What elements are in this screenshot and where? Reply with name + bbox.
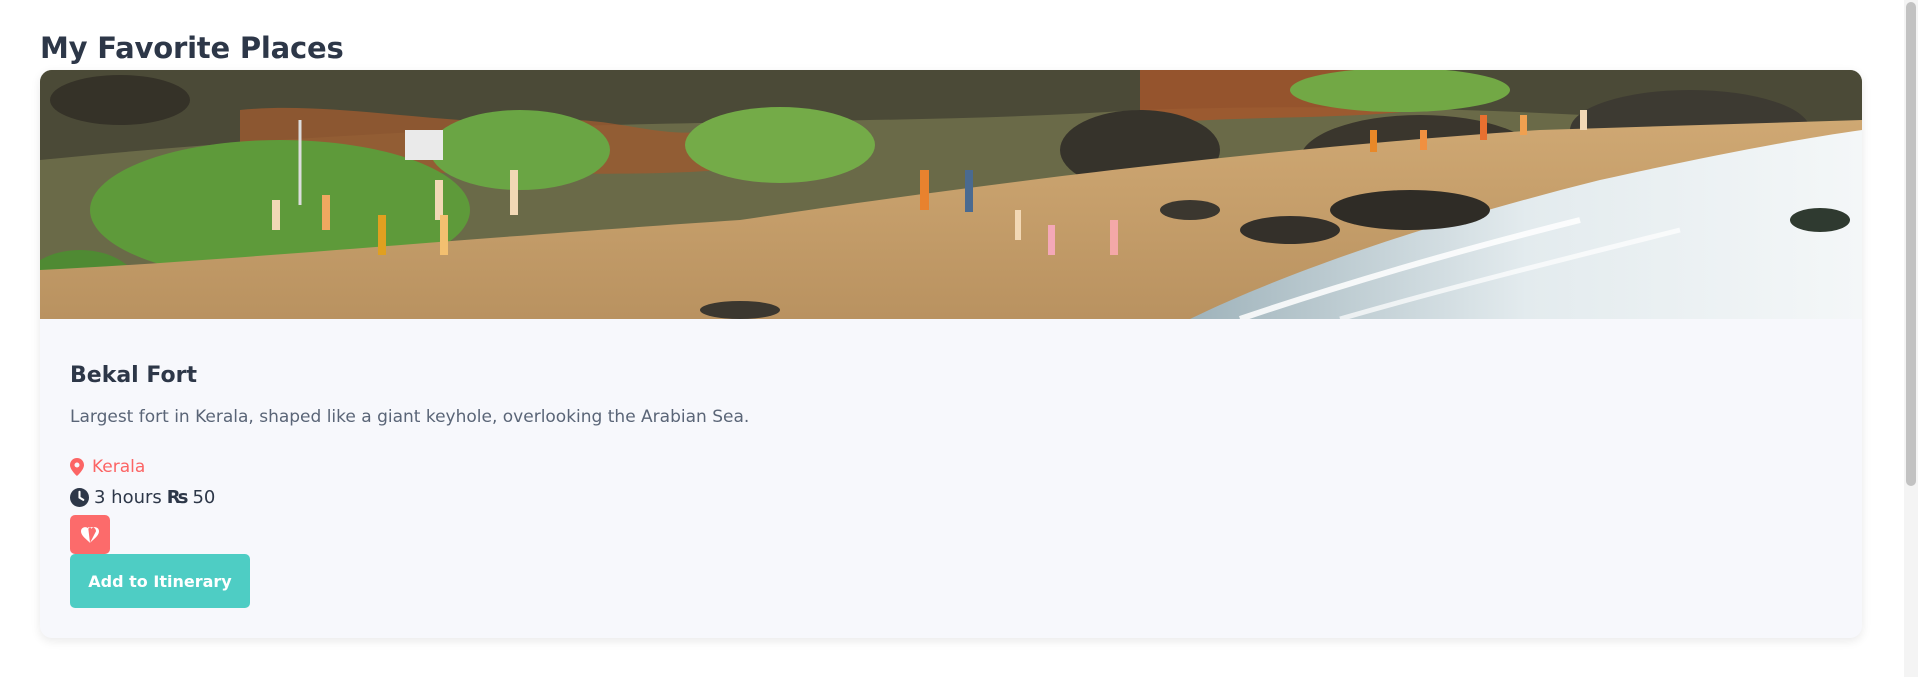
price-label: 50 xyxy=(192,487,216,508)
place-description: Largest fort in Kerala, shaped like a gi… xyxy=(70,407,750,427)
add-to-itinerary-button[interactable]: Add to Itinerary xyxy=(70,554,250,608)
clock-icon xyxy=(70,488,89,507)
place-image xyxy=(40,70,1862,319)
duration-label: 3 hours xyxy=(94,487,162,508)
map-pin-icon xyxy=(70,458,84,476)
heart-icon xyxy=(81,526,99,543)
page: My Favorite Places Bekal Fort Largest fo… xyxy=(0,0,1918,677)
place-name: Bekal Fort xyxy=(70,363,197,388)
rupee-icon: ₨ xyxy=(166,487,189,508)
favorite-button[interactable] xyxy=(70,515,110,554)
page-title: My Favorite Places xyxy=(40,31,344,65)
place-meta: 3 hours ₨ 50 xyxy=(70,487,215,508)
scrollbar-thumb[interactable] xyxy=(1906,2,1916,486)
vertical-scrollbar[interactable] xyxy=(1904,0,1918,677)
place-card: Bekal Fort Largest fort in Kerala, shape… xyxy=(40,70,1862,638)
location-label: Kerala xyxy=(92,457,146,477)
place-location: Kerala xyxy=(70,457,145,477)
